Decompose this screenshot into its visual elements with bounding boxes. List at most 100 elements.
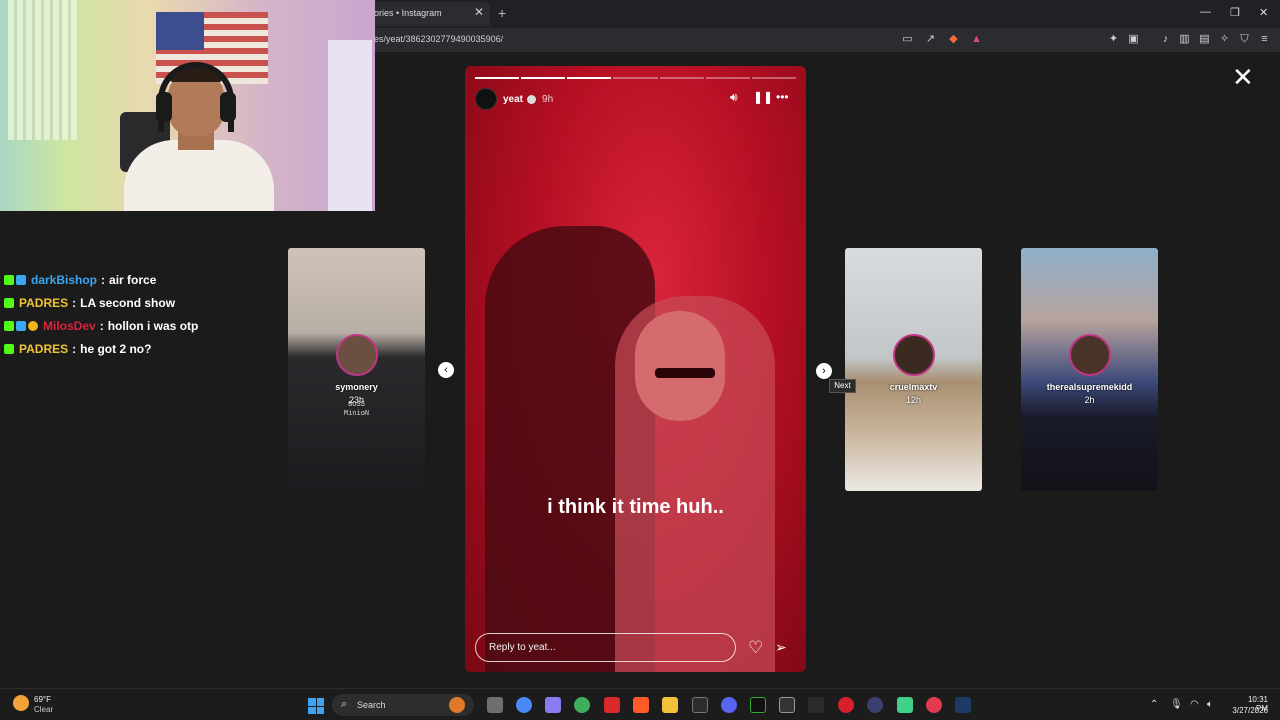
sub-badge-icon xyxy=(16,320,26,331)
app-red-circle-icon[interactable] xyxy=(926,697,942,713)
wallet-icon[interactable]: ▤ xyxy=(1198,33,1211,46)
tab-close-icon[interactable]: ✕ xyxy=(474,5,484,19)
chat-message: PADRES : LA second show xyxy=(4,291,284,314)
vpn-icon[interactable]: ⛉ xyxy=(1238,33,1251,46)
file-explorer-icon[interactable] xyxy=(662,697,678,713)
story-card-time: 2h xyxy=(1084,395,1095,405)
weather-condition: Clear xyxy=(34,705,54,714)
chat-message: PADRES : he got 2 no? xyxy=(4,337,284,360)
webcam-overlay xyxy=(0,0,375,211)
main-story[interactable]: yeat 9h 🔊︎ ❚❚ ••• i think it time huh.. … xyxy=(465,66,806,672)
headphone-cup-left xyxy=(156,92,172,122)
clock-date[interactable]: 3/27/2026 xyxy=(1224,706,1268,715)
chat-username: PADRES xyxy=(19,341,69,356)
chevron-right-icon: › xyxy=(822,365,826,377)
app-dark-icon[interactable] xyxy=(808,697,824,713)
windows-taskbar: 69°F Clear ⌕ Search ⌃ 🎙︎ ◠ 🔈︎ 10:31 PM 3… xyxy=(0,688,1280,720)
webcam-door xyxy=(328,40,372,211)
steam-icon[interactable] xyxy=(955,697,971,713)
close-story-viewer-icon[interactable]: ✕ xyxy=(1232,64,1254,90)
xbox-icon[interactable] xyxy=(574,697,590,713)
chat-username: PADRES xyxy=(19,295,69,310)
app-wave-icon[interactable] xyxy=(750,697,766,713)
reply-input[interactable]: Reply to yeat... xyxy=(475,633,736,662)
sub-badge-icon xyxy=(16,274,26,285)
pause-icon[interactable]: ❚❚ xyxy=(753,90,773,104)
copilot-icon[interactable] xyxy=(545,697,561,713)
app-obs-icon[interactable] xyxy=(867,697,883,713)
heart-icon[interactable]: ♡ xyxy=(748,638,763,658)
chat-text: he got 2 no? xyxy=(80,341,152,356)
story-caption: i think it time huh.. xyxy=(547,496,724,518)
wifi-icon[interactable]: ◠ xyxy=(1190,699,1199,710)
story-username[interactable]: yeat xyxy=(503,94,523,105)
app-red-icon[interactable] xyxy=(604,697,620,713)
chat-text: LA second show xyxy=(80,295,176,310)
search-icon: ⌕ xyxy=(341,698,348,710)
extensions-icon[interactable]: ✦ xyxy=(1107,33,1120,46)
discord-icon[interactable] xyxy=(721,697,737,713)
progress-segment xyxy=(567,77,612,79)
chat-username: darkBishop xyxy=(31,272,98,287)
story-card-username: therealsupremekidd xyxy=(1046,382,1133,392)
chrome-icon[interactable] xyxy=(516,697,532,713)
minimize-icon[interactable]: — xyxy=(1200,6,1211,18)
screenshot-icon[interactable]: ▣ xyxy=(1127,33,1140,46)
next-tooltip: Next xyxy=(829,379,856,393)
chat-text: hollon i was otp xyxy=(107,318,199,333)
app-c-icon[interactable] xyxy=(692,697,708,713)
task-view-icon[interactable] xyxy=(487,697,503,713)
avatar xyxy=(893,334,935,376)
weather-icon[interactable] xyxy=(13,695,29,711)
sidebar-icon[interactable]: ▥ xyxy=(1178,33,1191,46)
brave-icon[interactable] xyxy=(633,697,649,713)
tray-chevron-icon[interactable]: ⌃ xyxy=(1150,699,1158,710)
search-label: Search xyxy=(357,700,386,710)
verified-badge-icon xyxy=(527,94,537,104)
speaker-icon[interactable]: 🔈︎ xyxy=(1207,699,1213,710)
brave-shield-icon[interactable]: ◆ xyxy=(947,33,960,46)
story-header: yeat 9h 🔊︎ ❚❚ ••• xyxy=(475,88,796,110)
maximize-icon[interactable]: ❐ xyxy=(1230,6,1240,19)
new-tab-icon[interactable]: + xyxy=(498,5,506,21)
microphone-icon[interactable]: 🎙︎ xyxy=(1170,699,1183,710)
brave-rewards-icon[interactable]: ▲ xyxy=(970,33,983,46)
progress-segment xyxy=(521,77,566,79)
url-field[interactable]: ies/yeat/3862302779490035906/ xyxy=(372,34,503,44)
window-close-icon[interactable]: ✕ xyxy=(1259,6,1268,19)
tab-title: ories • Instagram xyxy=(374,8,442,18)
story-time: 9h xyxy=(542,93,554,105)
taskbar-widget-icon[interactable] xyxy=(449,697,465,713)
next-story-button[interactable]: › xyxy=(816,363,832,379)
chat-message: MilosDev : hollon i was otp xyxy=(4,314,284,337)
music-icon[interactable]: ♪ xyxy=(1159,33,1172,46)
more-options-icon[interactable]: ••• xyxy=(776,90,789,104)
story-card-username: cruelmaxtv xyxy=(889,382,938,392)
kick-badge-icon xyxy=(4,297,14,308)
story-card-symonery[interactable]: symonery 23h BOSS MinioN xyxy=(288,248,425,491)
story-card-cruelmaxtv[interactable]: cruelmaxtv 12h xyxy=(845,248,982,491)
chat-username: MilosDev xyxy=(43,318,96,333)
start-button-icon[interactable] xyxy=(308,698,324,714)
progress-segment xyxy=(475,77,520,79)
progress-segment xyxy=(613,77,658,79)
avatar xyxy=(1069,334,1111,376)
keyboard-app-icon[interactable] xyxy=(779,697,795,713)
app-green-icon[interactable] xyxy=(897,697,913,713)
chat-text: air force xyxy=(109,272,157,287)
menu-icon[interactable]: ≡ xyxy=(1258,33,1271,46)
share-icon[interactable]: ↗ xyxy=(924,33,937,46)
previous-story-button[interactable]: ‹ xyxy=(438,362,454,378)
opera-icon[interactable] xyxy=(838,697,854,713)
story-card-therealsupremekidd[interactable]: therealsupremekidd 2h xyxy=(1021,248,1158,491)
kick-badge-icon xyxy=(4,320,14,331)
cast-icon[interactable]: ▭ xyxy=(901,33,914,46)
kick-badge-icon xyxy=(4,343,14,354)
headphone-cup-right xyxy=(220,92,236,122)
gift-badge-icon xyxy=(28,320,38,331)
avatar[interactable] xyxy=(475,88,497,110)
story-card-overlay-text: BOSS MinioN xyxy=(343,401,370,418)
volume-icon[interactable]: 🔊︎ xyxy=(730,90,738,105)
send-icon[interactable]: ➢ xyxy=(775,639,787,656)
leo-icon[interactable]: ✧ xyxy=(1218,33,1231,46)
